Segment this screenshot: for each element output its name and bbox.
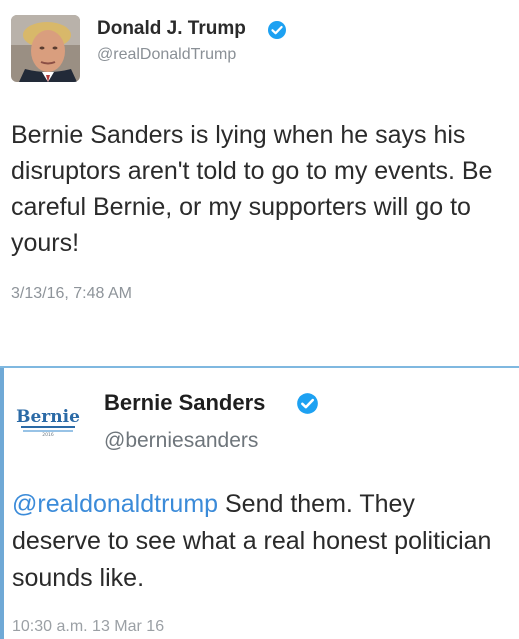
tweet-timestamp[interactable]: 3/13/16, 7:48 AM — [11, 285, 132, 303]
tweet-text: Bernie Sanders is lying when he says his… — [11, 121, 493, 257]
thread-divider — [0, 368, 4, 639]
mention-link[interactable]: @realdonaldtrump — [12, 490, 218, 518]
verified-badge-icon — [297, 393, 318, 414]
tweet-timestamp[interactable]: 10:30 a.m. 13 Mar 16 — [12, 618, 164, 636]
logo-subtext: 2016 — [42, 432, 54, 438]
avatar[interactable]: Bernie 2016 — [13, 398, 83, 444]
logo-text: Bernie — [16, 407, 80, 427]
bernie-2016-logo-icon: Bernie 2016 — [13, 398, 83, 444]
avatar[interactable] — [11, 15, 80, 82]
author-handle[interactable]: @realDonaldTrump — [97, 46, 236, 64]
profile-photo-icon — [11, 15, 80, 82]
verified-badge-icon — [268, 21, 286, 39]
author-handle[interactable]: @berniesanders — [104, 429, 258, 453]
author-name[interactable]: Donald J. Trump — [97, 18, 246, 40]
tweet-card: Donald J. Trump @realDonaldTrump Bernie … — [0, 0, 519, 360]
tweet-card: Bernie 2016 Bernie Sanders @berniesander… — [0, 368, 519, 639]
tweet-text: @realdonaldtrump Send them. They deserve… — [12, 486, 507, 597]
author-name[interactable]: Bernie Sanders — [104, 390, 265, 416]
